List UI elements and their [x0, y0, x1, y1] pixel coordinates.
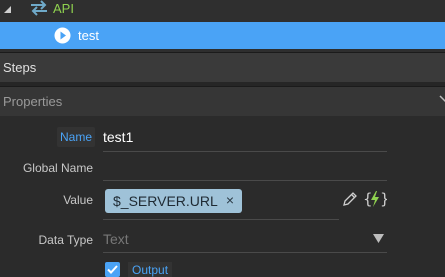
tree-item-test[interactable]: test [0, 22, 445, 49]
chevron-down-icon[interactable] [439, 95, 445, 103]
value-chip-text: $_SERVER.URL [113, 193, 218, 209]
checkmark-icon [107, 265, 118, 274]
value-chip[interactable]: $_SERVER.URL × [105, 189, 242, 213]
tree-item-api[interactable]: API [0, 0, 445, 22]
caret-down-icon[interactable] [373, 234, 384, 243]
bolt-braces-icon[interactable]: { } [363, 189, 387, 209]
svg-text:{: { [363, 190, 373, 208]
data-type-select[interactable]: Text [103, 231, 129, 247]
swap-arrows-icon [31, 0, 47, 16]
global-name-label: Global Name [22, 161, 93, 175]
pencil-icon[interactable] [342, 191, 358, 207]
properties-section-header[interactable]: Properties [0, 86, 445, 116]
value-field-underline [103, 219, 339, 220]
chip-remove-button[interactable]: × [226, 192, 234, 208]
tree-item-test-label: test [78, 28, 99, 43]
tree-item-api-label: API [53, 1, 74, 16]
name-input[interactable]: test1 [103, 129, 133, 145]
data-type-label: Data Type [38, 233, 93, 247]
data-type-underline [103, 252, 387, 253]
value-label: Value [63, 193, 93, 207]
global-name-input[interactable] [103, 180, 387, 181]
play-circle-icon [54, 27, 71, 44]
output-label[interactable]: Output [128, 262, 173, 277]
steps-section-header[interactable]: Steps [0, 52, 445, 82]
steps-title: Steps [3, 60, 37, 75]
properties-title: Properties [3, 94, 63, 109]
name-label: Name [57, 127, 95, 147]
app-panel: API test Steps Properties Name test1 Glo… [0, 0, 445, 277]
expand-triangle-icon[interactable] [4, 6, 11, 13]
output-checkbox[interactable] [105, 262, 120, 277]
svg-text:}: } [380, 190, 387, 208]
name-field-underline [103, 151, 387, 152]
